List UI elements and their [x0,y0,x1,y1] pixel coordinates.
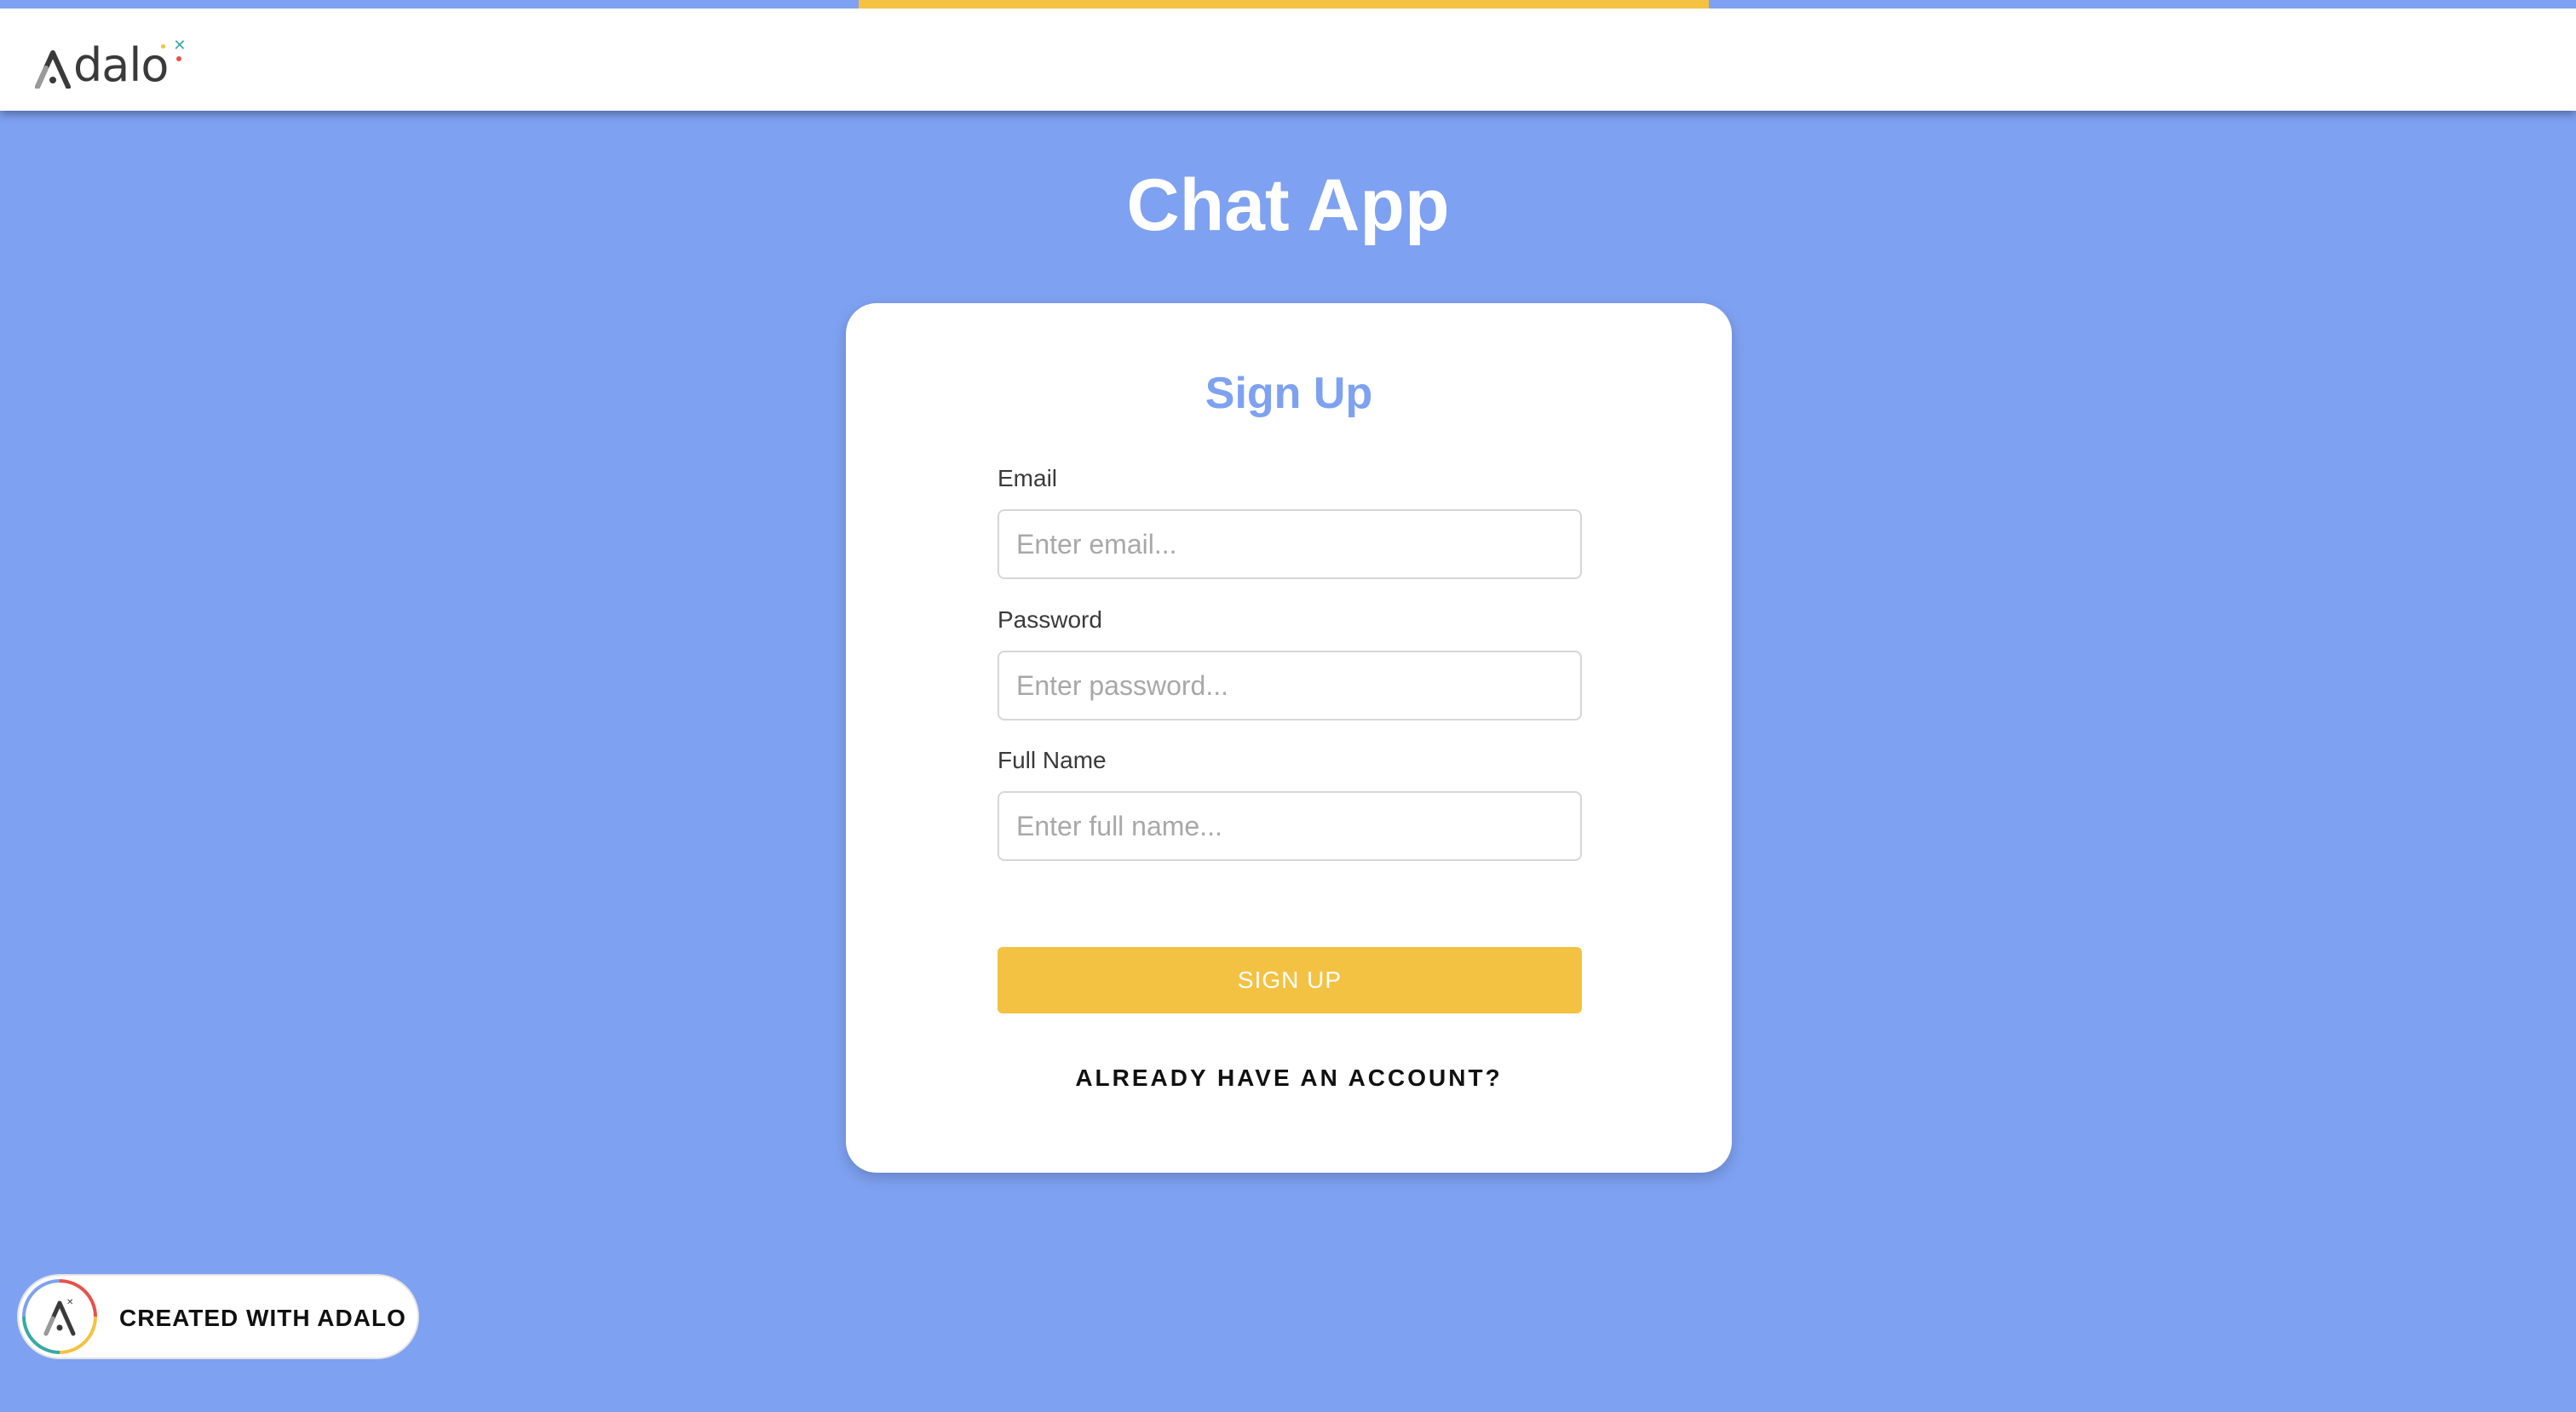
loading-progress-bar [0,0,2576,9]
loading-progress-fill [859,0,1709,9]
page-title: Chat App [1126,164,1450,246]
already-have-account-link[interactable]: ALREADY HAVE AN ACCOUNT? [846,1066,1732,1090]
created-with-adalo-badge[interactable]: ✕ CREATED WITH ADALO [17,1274,419,1359]
badge-label: CREATED WITH ADALO [119,1305,406,1331]
adalo-logo[interactable]: dalo ✕ [34,29,197,89]
signup-card: Sign Up Email Password Full Name SIGN UP… [846,303,1732,1173]
full-name-field[interactable] [998,791,1582,861]
password-label: Password [998,606,1102,633]
password-field[interactable] [998,651,1582,720]
sparkle-icon: ✕ [161,37,197,89]
app-header: dalo ✕ [0,9,2576,111]
signup-title: Sign Up [1205,369,1373,418]
email-label: Email [998,465,1058,491]
adalo-logo-icon: ✕ [22,1279,97,1354]
adalo-logo-mark-icon [35,50,71,89]
sign-up-button[interactable]: SIGN UP [998,947,1582,1013]
email-field[interactable] [998,509,1582,579]
logo-text: dalo [73,38,169,92]
full-name-label: Full Name [998,747,1107,773]
svg-text:✕: ✕ [66,1298,73,1307]
